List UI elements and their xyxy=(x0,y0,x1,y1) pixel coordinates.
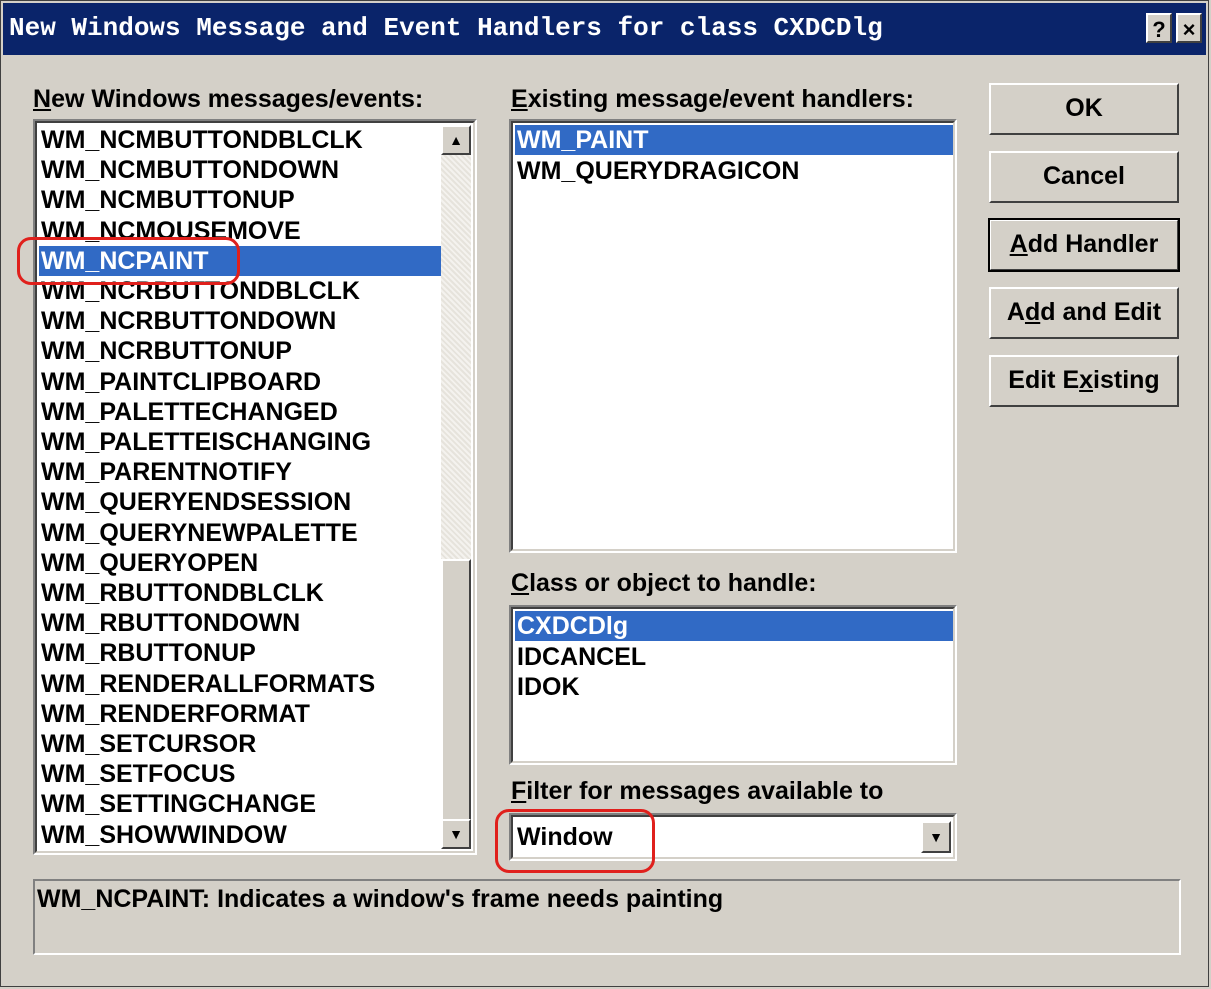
messages-scrollbar[interactable]: ▲ ▼ xyxy=(441,125,471,849)
add-handler-button[interactable]: Add Handler xyxy=(988,218,1180,272)
list-item[interactable]: WM_PALETTEISCHANGING xyxy=(39,427,441,457)
filter-value: Window xyxy=(517,823,613,851)
list-item[interactable]: WM_SETFOCUS xyxy=(39,759,441,789)
list-item[interactable]: WM_NCRBUTTONDBLCLK xyxy=(39,276,441,306)
list-item[interactable]: WM_RENDERALLFORMATS xyxy=(39,669,441,699)
handlers-listbox[interactable]: WM_PAINT WM_QUERYDRAGICON xyxy=(509,119,957,553)
chevron-down-icon[interactable]: ▼ xyxy=(921,821,951,853)
list-item[interactable]: WM_SETTINGCHANGE xyxy=(39,789,441,819)
close-button[interactable]: × xyxy=(1176,13,1202,43)
list-item[interactable]: WM_NCMBUTTONUP xyxy=(39,185,441,215)
title-bar[interactable]: New Windows Message and Event Handlers f… xyxy=(3,3,1206,55)
list-item[interactable]: IDCANCEL xyxy=(515,642,953,672)
filter-combobox[interactable]: Window ▼ xyxy=(509,813,957,861)
scroll-thumb[interactable] xyxy=(441,559,471,829)
scroll-up-arrow-icon[interactable]: ▲ xyxy=(441,125,471,155)
list-item[interactable]: WM_QUERYENDSESSION xyxy=(39,487,441,517)
list-item[interactable]: WM_RBUTTONUP xyxy=(39,638,441,668)
description-text: WM_NCPAINT: Indicates a window's frame n… xyxy=(37,885,724,913)
list-item[interactable]: WM_NCMBUTTONDBLCLK xyxy=(39,125,441,155)
list-item[interactable]: WM_RBUTTONDBLCLK xyxy=(39,578,441,608)
filter-label: Filter for messages available to xyxy=(511,777,884,805)
list-item[interactable]: WM_QUERYOPEN xyxy=(39,548,441,578)
cancel-button[interactable]: Cancel xyxy=(989,151,1179,203)
list-item[interactable]: WM_NCRBUTTONDOWN xyxy=(39,306,441,336)
messages-label: New Windows messages/events: xyxy=(33,85,424,113)
list-item[interactable]: WM_NCPAINT xyxy=(39,245,441,276)
ok-button[interactable]: OK xyxy=(989,83,1179,135)
list-item[interactable]: WM_RBUTTONDOWN xyxy=(39,608,441,638)
dialog-window: New Windows Message and Event Handlers f… xyxy=(0,0,1209,987)
edit-existing-button[interactable]: Edit Existing xyxy=(989,355,1179,407)
class-listbox[interactable]: CXDCDlg IDCANCEL IDOK xyxy=(509,605,957,765)
handlers-label: Existing message/event handlers: xyxy=(511,85,914,113)
list-item[interactable]: CXDCDlg xyxy=(515,611,953,641)
scroll-down-arrow-icon[interactable]: ▼ xyxy=(441,819,471,849)
messages-listbox[interactable]: WM_NCMBUTTONDBLCLK WM_NCMBUTTONDOWN WM_NCM… xyxy=(33,119,477,855)
list-item[interactable]: WM_RENDERFORMAT xyxy=(39,699,441,729)
list-item[interactable]: WM_NCMOUSEMOVE xyxy=(39,216,441,246)
list-item[interactable]: WM_PALETTECHANGED xyxy=(39,397,441,427)
list-item[interactable]: WM_QUERYDRAGICON xyxy=(515,156,953,186)
window-title: New Windows Message and Event Handlers f… xyxy=(9,13,883,43)
add-and-edit-button[interactable]: Add and Edit xyxy=(989,287,1179,339)
list-item[interactable]: WM_NCMBUTTONDOWN xyxy=(39,155,441,185)
description-box: WM_NCPAINT: Indicates a window's frame n… xyxy=(33,879,1181,955)
list-item[interactable]: WM_SHOWWINDOW xyxy=(39,820,441,850)
class-label: Class or object to handle: xyxy=(511,569,817,597)
list-item[interactable]: WM_PAINT xyxy=(515,125,953,155)
list-item[interactable]: WM_NCRBUTTONUP xyxy=(39,336,441,366)
list-item[interactable]: WM_PARENTNOTIFY xyxy=(39,457,441,487)
list-item[interactable]: WM_QUERYNEWPALETTE xyxy=(39,518,441,548)
list-item[interactable]: WM_SETCURSOR xyxy=(39,729,441,759)
list-item[interactable]: WM_PAINTCLIPBOARD xyxy=(39,367,441,397)
help-button[interactable]: ? xyxy=(1146,13,1172,43)
list-item[interactable]: IDOK xyxy=(515,672,953,702)
